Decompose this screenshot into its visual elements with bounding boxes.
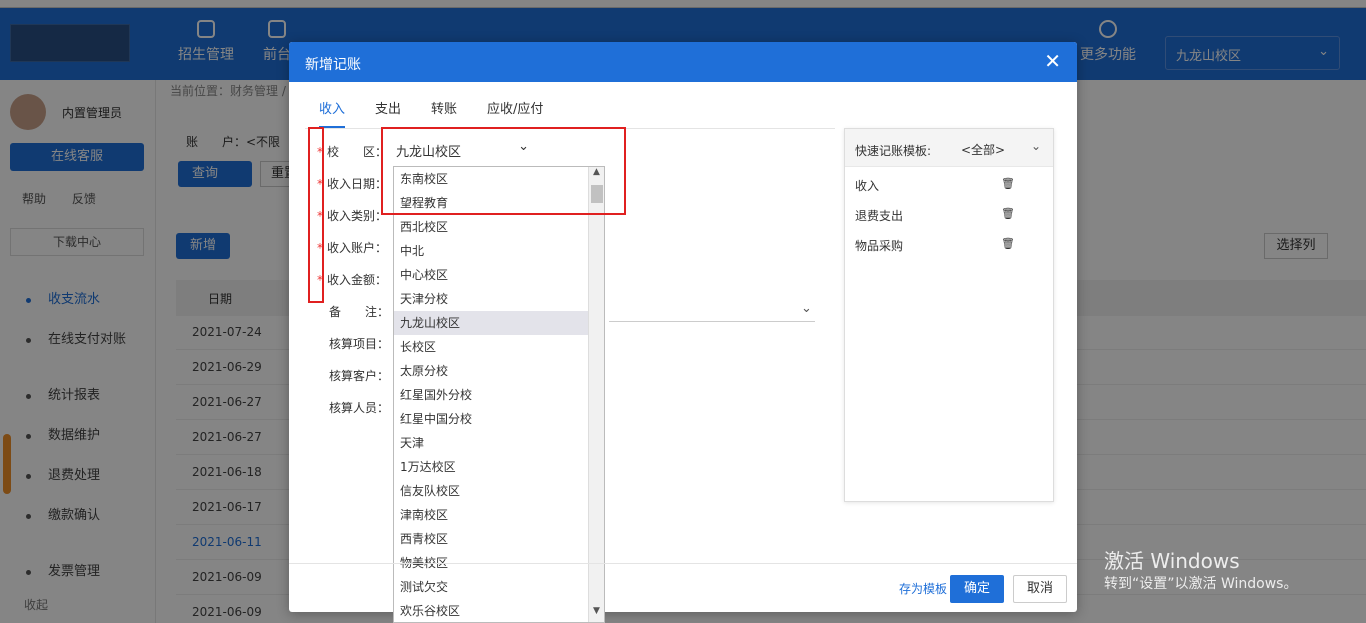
income-account-label: * 收入账户： bbox=[317, 241, 388, 255]
confirm-button[interactable]: 确定 bbox=[950, 575, 1004, 603]
trash-icon[interactable]: 🗑 bbox=[1001, 207, 1015, 220]
trash-icon[interactable]: 🗑 bbox=[1001, 237, 1015, 250]
campus-option[interactable]: 津南校区 bbox=[394, 503, 588, 527]
template-filter-select[interactable]: <全部> bbox=[961, 141, 1005, 158]
cancel-button[interactable]: 取消 bbox=[1013, 575, 1067, 603]
template-item[interactable]: 退费支出 🗑 bbox=[855, 207, 1045, 227]
income-category-label: * 收入类别： bbox=[317, 209, 388, 223]
accounting-project-label: 核算项目： bbox=[329, 337, 390, 351]
add-record-dialog: 新增记账 ✕ 收入 支出 转账 应收/应付 * 校 区： * 收入日期： * 收入类别… bbox=[289, 42, 1077, 623]
accounting-customer-label: 核算客户： bbox=[329, 369, 390, 383]
campus-option[interactable]: 中心校区 bbox=[394, 263, 588, 287]
dropdown-scrollbar[interactable]: ▲ ▼ bbox=[588, 167, 604, 622]
chevron-down-icon[interactable]: ⌄ bbox=[1031, 139, 1041, 153]
campus-label: * 校 区： bbox=[317, 145, 388, 159]
tab-transfer[interactable]: 转账 bbox=[431, 98, 457, 128]
windows-watermark-title: 激活 Windows bbox=[1104, 549, 1240, 573]
close-icon[interactable]: ✕ bbox=[1044, 51, 1061, 71]
campus-option[interactable]: 天津分校 bbox=[394, 287, 588, 311]
dialog-footer: 存为模板 确定 取消 bbox=[289, 563, 1077, 612]
accounting-staff-label: 核算人员： bbox=[329, 401, 390, 415]
campus-option[interactable]: 天津 bbox=[394, 431, 588, 455]
income-date-label: * 收入日期： bbox=[317, 177, 388, 191]
campus-dropdown-list[interactable]: 东南校区 望程教育 西北校区 中北 中心校区 天津分校 九龙山校区 长校区 太原… bbox=[393, 166, 605, 623]
quick-template-panel: 快速记账模板: <全部> ⌄ 收入 🗑 退费支出 🗑 物品采购 🗑 bbox=[844, 128, 1054, 502]
note-label: 备 注： bbox=[329, 305, 390, 319]
template-item[interactable]: 物品采购 🗑 bbox=[855, 237, 1045, 257]
dialog-header: 新增记账 ✕ bbox=[289, 42, 1077, 82]
campus-option[interactable]: 中北 bbox=[394, 239, 588, 263]
campus-option[interactable]: 太原分校 bbox=[394, 359, 588, 383]
tab-income[interactable]: 收入 bbox=[319, 98, 346, 128]
campus-option[interactable]: 长校区 bbox=[394, 335, 588, 359]
tab-receivable-payable[interactable]: 应收/应付 bbox=[487, 98, 543, 128]
windows-watermark-subtitle: 转到“设置”以激活 Windows。 bbox=[1104, 576, 1298, 592]
chevron-down-icon[interactable]: ⌄ bbox=[801, 301, 812, 316]
income-amount-label: * 收入金额： bbox=[317, 273, 388, 287]
trash-icon[interactable]: 🗑 bbox=[1001, 177, 1015, 190]
annotation-campus-highlight bbox=[381, 127, 626, 215]
note-input-underline bbox=[609, 321, 815, 322]
campus-option[interactable]: 1万达校区 bbox=[394, 455, 588, 479]
template-item[interactable]: 收入 🗑 bbox=[855, 177, 1045, 197]
dialog-title: 新增记账 bbox=[305, 57, 361, 73]
campus-option[interactable]: 信友队校区 bbox=[394, 479, 588, 503]
campus-option[interactable]: 西北校区 bbox=[394, 215, 588, 239]
campus-option[interactable]: 红星中国分校 bbox=[394, 407, 588, 431]
campus-option[interactable]: 西青校区 bbox=[394, 527, 588, 551]
campus-option-selected[interactable]: 九龙山校区 bbox=[394, 311, 588, 335]
annotation-required-markers bbox=[308, 127, 324, 303]
save-as-template-link[interactable]: 存为模板 bbox=[899, 580, 947, 597]
campus-option[interactable]: 红星国外分校 bbox=[394, 383, 588, 407]
template-panel-header: 快速记账模板: <全部> ⌄ bbox=[845, 129, 1053, 167]
tab-expense[interactable]: 支出 bbox=[375, 98, 401, 128]
